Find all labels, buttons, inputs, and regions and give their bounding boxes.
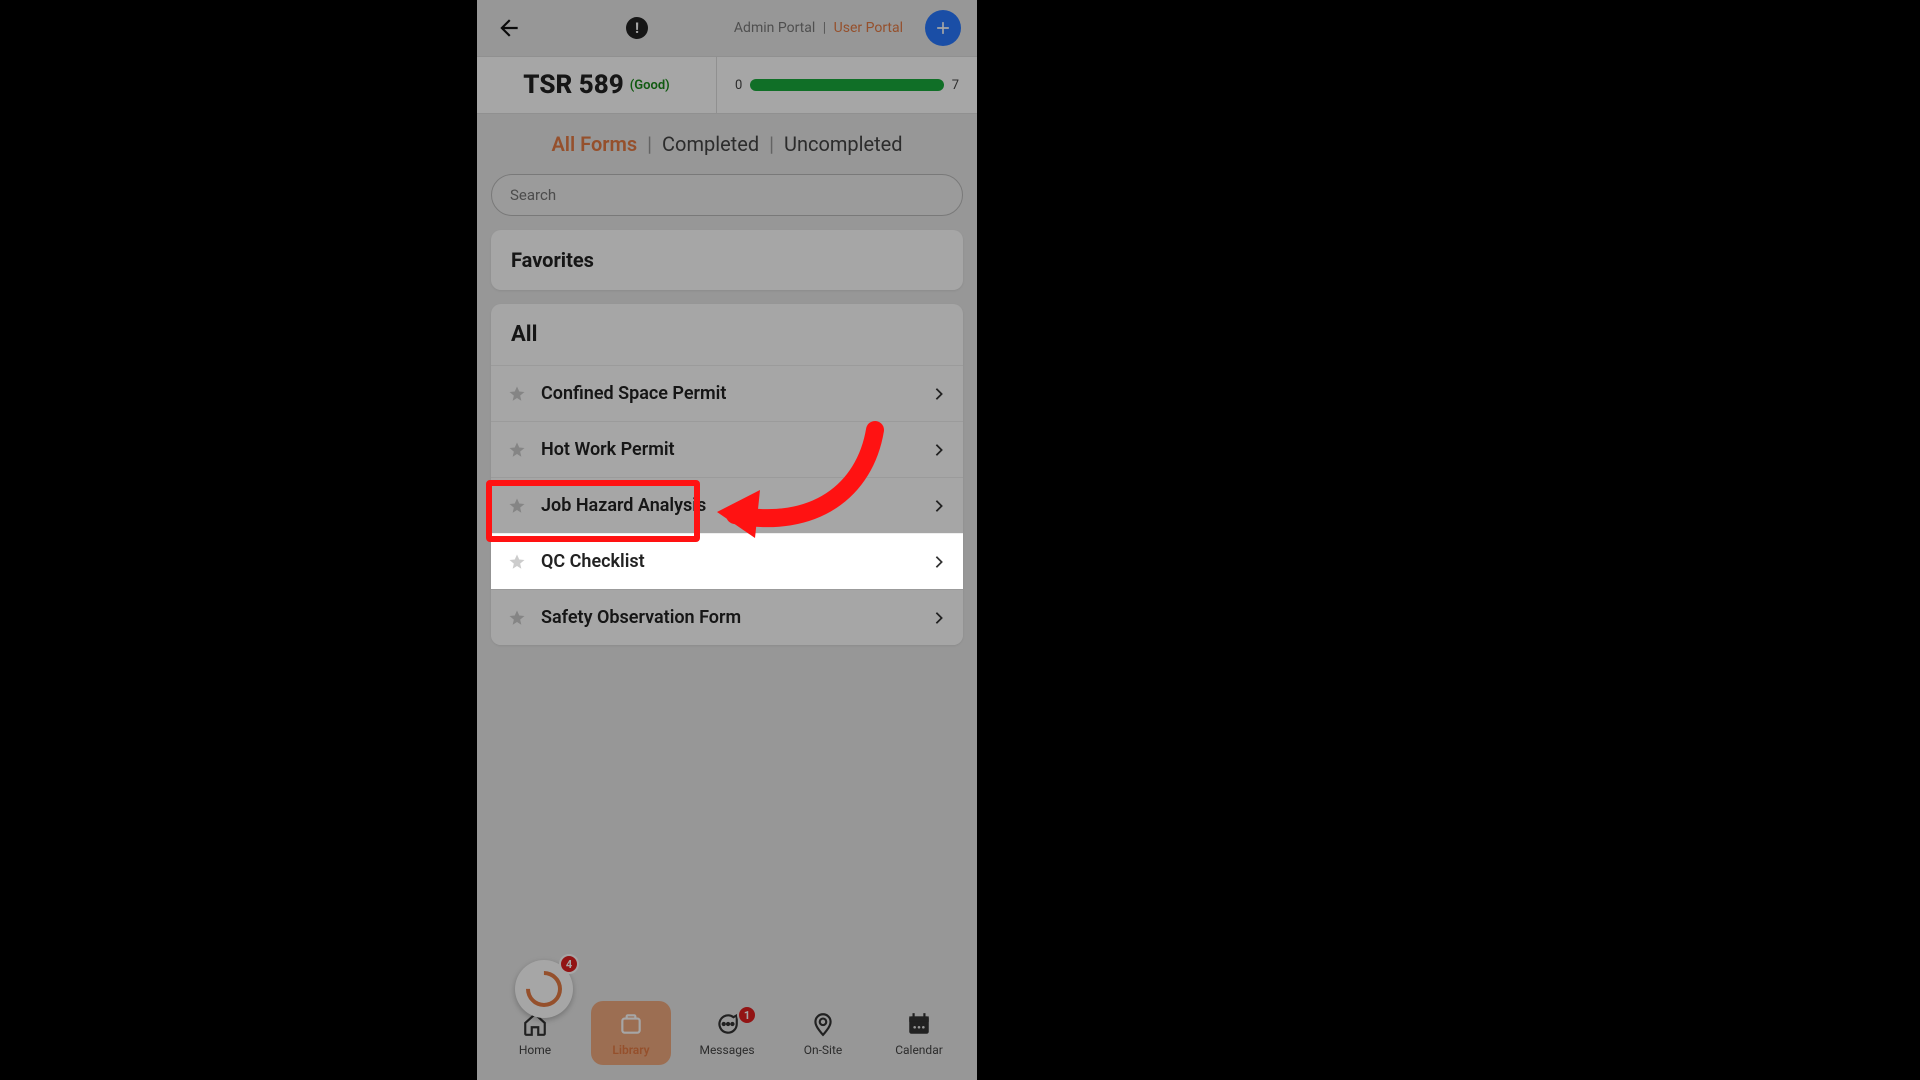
form-row-hot-work[interactable]: Hot Work Permit (491, 421, 963, 477)
messages-badge: 1 (737, 1005, 757, 1025)
all-header: All (491, 304, 963, 365)
nav-messages[interactable]: 1 Messages (687, 1009, 767, 1057)
form-row-safety-observation[interactable]: Safety Observation Form (491, 589, 963, 645)
star-icon[interactable] (507, 552, 527, 572)
form-label: Safety Observation Form (541, 607, 931, 628)
summary-bar: TSR 589 (Good) 0 7 (477, 56, 977, 114)
chevron-right-icon (931, 386, 947, 402)
chevron-right-icon (931, 498, 947, 514)
star-icon[interactable] (507, 440, 527, 460)
summary-title-area: TSR 589 (Good) (477, 57, 717, 113)
form-label: Hot Work Permit (541, 439, 931, 460)
nav-label: On-Site (804, 1043, 843, 1057)
back-button[interactable] (489, 8, 529, 48)
nav-label: Library (612, 1043, 649, 1057)
top-bar: ! Admin Portal | User Portal (477, 0, 977, 56)
all-forms-card: All Confined Space Permit Hot Work Permi… (491, 304, 963, 645)
progress-min: 0 (735, 78, 742, 93)
star-icon[interactable] (507, 384, 527, 404)
tab-completed[interactable]: Completed (652, 132, 769, 156)
fab-badge: 4 (559, 954, 579, 974)
star-icon[interactable] (507, 608, 527, 628)
project-title: TSR 589 (523, 70, 623, 100)
add-button[interactable] (925, 10, 961, 46)
portal-links: Admin Portal | User Portal (734, 20, 903, 36)
calendar-icon (904, 1009, 934, 1039)
progress-area: 0 7 (717, 78, 977, 93)
search-wrap (477, 174, 977, 230)
nav-label: Messages (699, 1043, 754, 1057)
nav-library[interactable]: Library (591, 1001, 671, 1065)
form-label: Confined Space Permit (541, 383, 931, 404)
star-icon[interactable] (507, 496, 527, 516)
favorites-card: Favorites (491, 230, 963, 290)
portal-divider: | (823, 20, 826, 36)
form-label: QC Checklist (541, 551, 931, 572)
forms-tabs: All Forms | Completed | Uncompleted (477, 114, 977, 174)
location-icon (808, 1009, 838, 1039)
library-icon (616, 1009, 646, 1039)
alert-icon[interactable]: ! (626, 17, 648, 39)
form-label: Job Hazard Analysis (541, 495, 931, 516)
app-screen: ! Admin Portal | User Portal TSR 589 (Go… (477, 0, 977, 1080)
progress-bar (750, 79, 943, 91)
form-row-job-hazard[interactable]: Job Hazard Analysis (491, 477, 963, 533)
project-status: (Good) (630, 78, 670, 93)
progress-max: 7 (952, 78, 959, 93)
tab-all-forms[interactable]: All Forms (541, 132, 647, 156)
chevron-right-icon (931, 442, 947, 458)
user-portal-link[interactable]: User Portal (834, 20, 903, 36)
alert-glyph: ! (635, 19, 639, 37)
form-row-qc-checklist[interactable]: QC Checklist (491, 533, 963, 589)
nav-label: Home (519, 1043, 551, 1057)
tab-uncompleted[interactable]: Uncompleted (774, 132, 913, 156)
nav-calendar[interactable]: Calendar (879, 1009, 959, 1057)
chevron-right-icon (931, 554, 947, 570)
chevron-right-icon (931, 610, 947, 626)
form-row-confined-space[interactable]: Confined Space Permit (491, 365, 963, 421)
nav-onsite[interactable]: On-Site (783, 1009, 863, 1057)
nav-label: Calendar (895, 1043, 943, 1057)
plus-icon (933, 18, 953, 38)
assistant-fab[interactable]: 4 (515, 960, 573, 1018)
search-input[interactable] (491, 174, 963, 216)
admin-portal-link[interactable]: Admin Portal (734, 20, 815, 36)
arrow-left-icon (496, 15, 522, 41)
favorites-header: Favorites (491, 230, 963, 290)
